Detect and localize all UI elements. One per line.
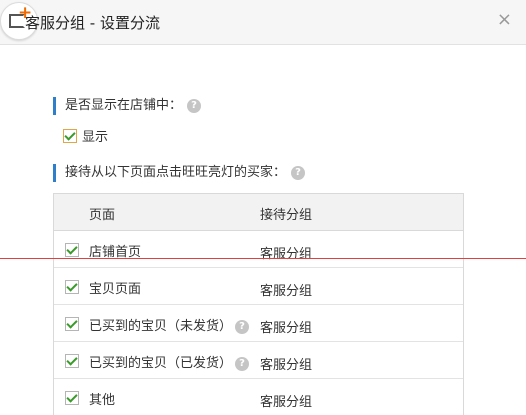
row-page-name: 已买到的宝贝（未发货）: [89, 319, 233, 334]
table-row: 店铺首页 客服分组: [54, 231, 463, 268]
table-header: 页面 接待分组: [54, 194, 463, 231]
table-row: 其他 客服分组: [54, 379, 463, 415]
table-row: 宝贝页面 客服分组: [54, 268, 463, 305]
row-group-name: 客服分组: [260, 247, 313, 262]
header-group: 接待分组: [260, 208, 313, 223]
row-group-name: 客服分组: [260, 395, 313, 410]
row-checkbox[interactable]: [65, 317, 79, 331]
section-show-in-store-label: 是否显示在店铺中：: [65, 98, 183, 113]
row-group-name: 客服分组: [260, 321, 313, 336]
row-page-cell: 已买到的宝贝（已发货）?: [89, 352, 250, 371]
help-icon[interactable]: ?: [235, 320, 250, 334]
section-show-in-store: 是否显示在店铺中：?: [53, 97, 202, 115]
help-icon[interactable]: ?: [187, 99, 202, 113]
table-row: 已买到的宝贝（已发货）? 客服分组: [54, 342, 463, 379]
red-guide-line: [0, 258, 526, 259]
row-page-name: 已买到的宝贝（已发货）: [89, 356, 233, 371]
show-checkbox[interactable]: [63, 128, 77, 143]
table-row: 已买到的宝贝（未发货）? 客服分组: [54, 305, 463, 342]
row-group-name: 客服分组: [260, 284, 313, 299]
header-page: 页面: [89, 208, 116, 223]
row-page-cell: 已买到的宝贝（未发货）?: [89, 315, 250, 334]
row-page-name: 宝贝页面: [89, 282, 142, 297]
section-reception-pages: 接待从以下页面点击旺旺亮灯的买家：?: [53, 164, 306, 182]
row-checkbox[interactable]: [65, 280, 79, 294]
row-checkbox[interactable]: [65, 391, 79, 405]
show-checkbox-row[interactable]: 显示: [63, 126, 108, 145]
dialog-titlebar: + 客服分组 - 设置分流 ×: [0, 0, 526, 45]
row-page-name: 其他: [89, 393, 116, 408]
row-checkbox[interactable]: [65, 243, 79, 257]
section-reception-pages-label: 接待从以下页面点击旺旺亮灯的买家：: [65, 165, 287, 180]
row-group-name: 客服分组: [260, 358, 313, 373]
show-checkbox-label: 显示: [82, 130, 109, 145]
reception-pages-table: 页面 接待分组 店铺首页 客服分组 宝贝页面 客服分组 已买到的宝贝（未发货）?…: [53, 193, 464, 415]
close-icon[interactable]: ×: [497, 10, 512, 30]
help-icon[interactable]: ?: [291, 166, 306, 180]
dialog-title: 客服分组 - 设置分流: [25, 14, 160, 32]
help-icon[interactable]: ?: [235, 357, 250, 371]
row-checkbox[interactable]: [65, 354, 79, 368]
